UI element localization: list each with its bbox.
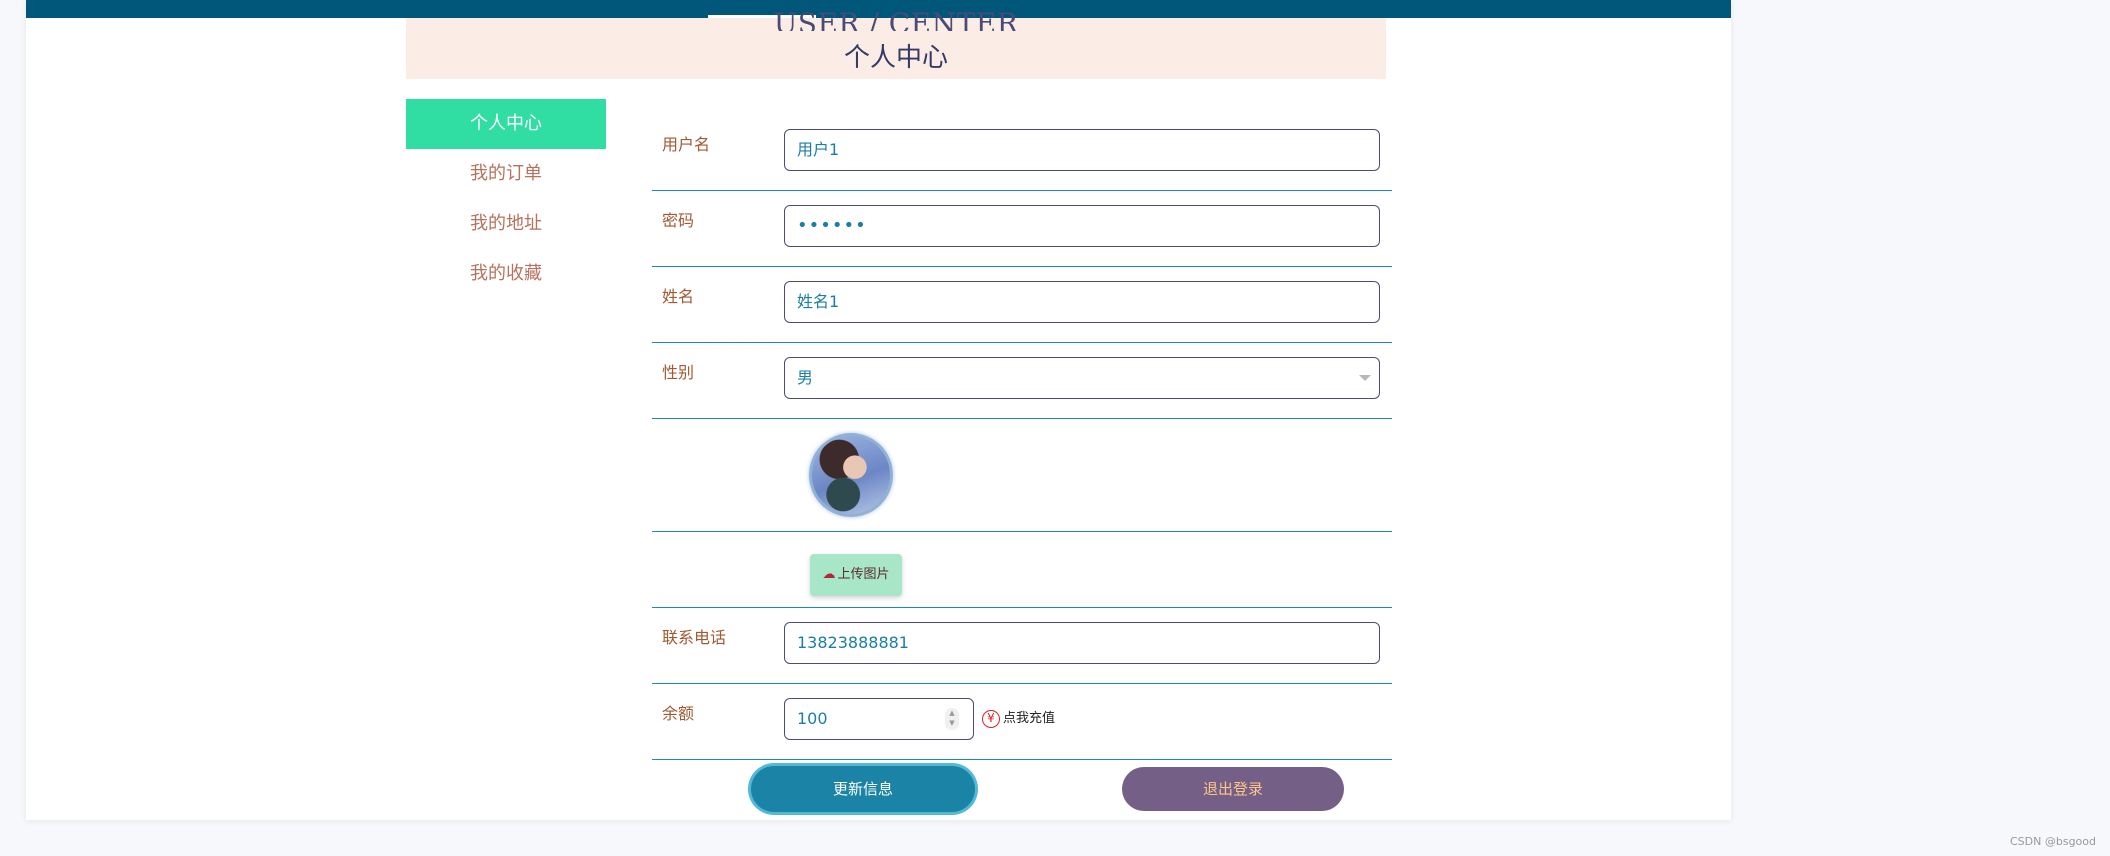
balance-input[interactable]: 100 ▲ ▼ (784, 698, 974, 740)
form-row-name: 姓名 姓名1 (652, 267, 1392, 343)
yen-icon: ¥ (982, 709, 1000, 728)
name-label: 姓名 (662, 287, 695, 306)
update-info-button[interactable]: 更新信息 (751, 766, 975, 812)
sidebar-item-addresses[interactable]: 我的地址 (406, 199, 606, 249)
page-title-cn: 个人中心 (843, 43, 948, 73)
gender-select-value: 男 (797, 368, 814, 387)
recharge-label: 点我充值 (1003, 711, 1056, 726)
sidebar-menu: 个人中心 我的订单 我的地址 我的收藏 (406, 99, 606, 299)
page-header: USER / CENTER 个人中心 (406, 9, 1386, 79)
sidebar-item-orders[interactable]: 我的订单 (406, 149, 606, 199)
recharge-link[interactable]: ¥ 点我充值 (982, 707, 1055, 731)
cloud-upload-icon: ☁ (822, 567, 836, 582)
avatar (809, 433, 893, 517)
balance-label: 余额 (662, 704, 695, 723)
footer-watermark: CSDN @bsgood (2010, 835, 2096, 848)
username-label: 用户名 (662, 135, 711, 154)
upload-image-button[interactable]: ☁ 上传图片 (810, 554, 902, 596)
sidebar-item-profile[interactable]: 个人中心 (406, 99, 606, 149)
form-row-password: 密码 •••••• (652, 191, 1392, 267)
form-row-phone: 联系电话 13823888881 (652, 608, 1392, 684)
gender-label: 性别 (662, 363, 695, 382)
form-row-balance: 余额 100 ▲ ▼ ¥ 点我充值 (652, 684, 1392, 760)
number-stepper[interactable]: ▲ ▼ (945, 708, 959, 730)
logout-button[interactable]: 退出登录 (1122, 767, 1344, 811)
page-title-en: USER / CENTER (773, 9, 1019, 31)
password-input[interactable]: •••••• (784, 205, 1380, 247)
password-label: 密码 (662, 211, 695, 230)
page-container: USER / CENTER 个人中心 个人中心 我的订单 我的地址 我的收藏 用… (26, 0, 1731, 820)
profile-form: 用户名 用户1 密码 •••••• 姓名 姓名1 性别 男 ☁ 上传图片 联系电… (652, 115, 1392, 760)
name-input[interactable]: 姓名1 (784, 281, 1380, 323)
username-input[interactable]: 用户1 (784, 129, 1380, 171)
form-row-avatar (652, 419, 1392, 532)
form-row-username: 用户名 用户1 (652, 115, 1392, 191)
phone-label: 联系电话 (662, 628, 727, 647)
balance-value: 100 (797, 709, 828, 728)
upload-button-label: 上传图片 (837, 567, 890, 582)
form-row-upload: ☁ 上传图片 (652, 532, 1392, 608)
sidebar-item-favorites[interactable]: 我的收藏 (406, 249, 606, 299)
chevron-down-icon (1359, 375, 1371, 381)
phone-input[interactable]: 13823888881 (784, 622, 1380, 664)
gender-select[interactable]: 男 (784, 357, 1380, 399)
form-row-gender: 性别 男 (652, 343, 1392, 419)
